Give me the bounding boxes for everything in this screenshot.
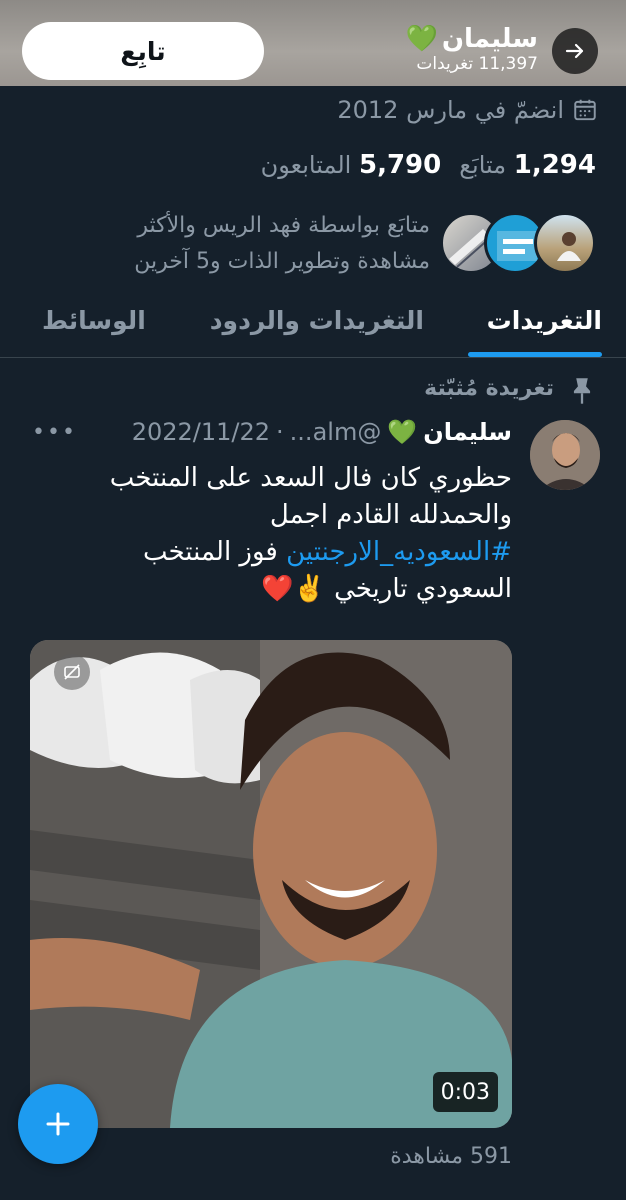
followed-by-line-1: متابَع بواسطة فهد الريس والأكثر (137, 213, 430, 238)
tweet-date[interactable]: 2022/11/22 (132, 418, 270, 446)
tweet-avatar[interactable] (530, 420, 600, 490)
tweet-line-2: والحمدلله القادم اجمل (269, 500, 512, 530)
header-name: سليمان 💚 (405, 24, 538, 54)
following-label: متابَع (459, 151, 507, 179)
compose-tweet-button[interactable] (18, 1084, 98, 1164)
followers-count: 5,790 (358, 150, 442, 180)
active-tab-indicator (468, 352, 602, 357)
green-heart-icon: 💚 (387, 418, 418, 446)
tweet-text: حظوري كان فال السعد على المنتخب والحمدلل… (32, 460, 512, 608)
media-sensitive-icon[interactable] (54, 654, 90, 690)
back-button[interactable] (552, 28, 598, 74)
pin-icon (573, 378, 591, 404)
tweet-line-4: السعودي تاريخي ✌️❤️ (261, 574, 512, 604)
video-duration: 0:03 (432, 1072, 498, 1112)
green-heart-icon: 💚 (405, 24, 438, 54)
tab-media[interactable]: الوسائط (42, 306, 146, 335)
profile-tabs: التغريدات التغريدات والردود الوسائط (0, 300, 626, 358)
followers-stat[interactable]: 5,790 المتابعون (261, 150, 442, 180)
view-count: 591 مشاهدة (390, 1144, 512, 1169)
tweet-header: سليمان 💚 @alm... · 2022/11/22 (132, 418, 512, 446)
tab-tweets[interactable]: التغريدات (487, 306, 602, 335)
mutual-followers-avatars[interactable] (440, 212, 600, 278)
follow-stats: 1,294 متابَع 5,790 المتابعون (261, 150, 596, 180)
header-name-text: سليمان (441, 24, 538, 54)
tweet-line-3-rest: فوز المنتخب (142, 537, 287, 567)
followers-label: المتابعون (260, 151, 352, 179)
tweet-line-1: حظوري كان فال السعد على المنتخب (109, 463, 512, 493)
followed-by-line-2: مشاهدة وتطوير الذات و5 آخرين (134, 249, 430, 274)
arrow-right-icon (565, 43, 584, 59)
more-options-icon[interactable]: ••• (32, 420, 77, 445)
hashtag-link[interactable]: #السعوديه_الارجنتين (286, 537, 512, 567)
following-stat[interactable]: 1,294 متابَع (459, 150, 596, 180)
followed-by-text[interactable]: متابَع بواسطة فهد الريس والأكثر مشاهدة و… (50, 208, 430, 280)
following-count: 1,294 (513, 150, 596, 180)
calendar-icon (574, 99, 596, 121)
meta-separator: · (276, 418, 284, 446)
profile-header: تابِع سليمان 💚 11,397 تغريدات (0, 0, 626, 86)
tweet-line-3: #السعوديه_الارجنتين فوز المنتخب (32, 534, 512, 571)
video-thumbnail (30, 640, 512, 1128)
follow-button[interactable]: تابِع (22, 22, 264, 80)
tweet-author-name[interactable]: سليمان (423, 418, 512, 446)
tweet-handle[interactable]: @alm... (290, 418, 382, 446)
joined-date: انضمّ في مارس 2012 (337, 96, 598, 124)
joined-text: انضمّ في مارس 2012 (337, 96, 564, 124)
mutual-avatar-3 (534, 212, 596, 274)
tab-tweets-and-replies[interactable]: التغريدات والردود (210, 306, 424, 335)
tweet-count: 11,397 تغريدات (416, 54, 538, 74)
pinned-label: تغريدة مُثبّتة (424, 376, 554, 401)
plus-icon (46, 1112, 70, 1136)
tweet-video[interactable]: 0:03 (30, 640, 512, 1128)
